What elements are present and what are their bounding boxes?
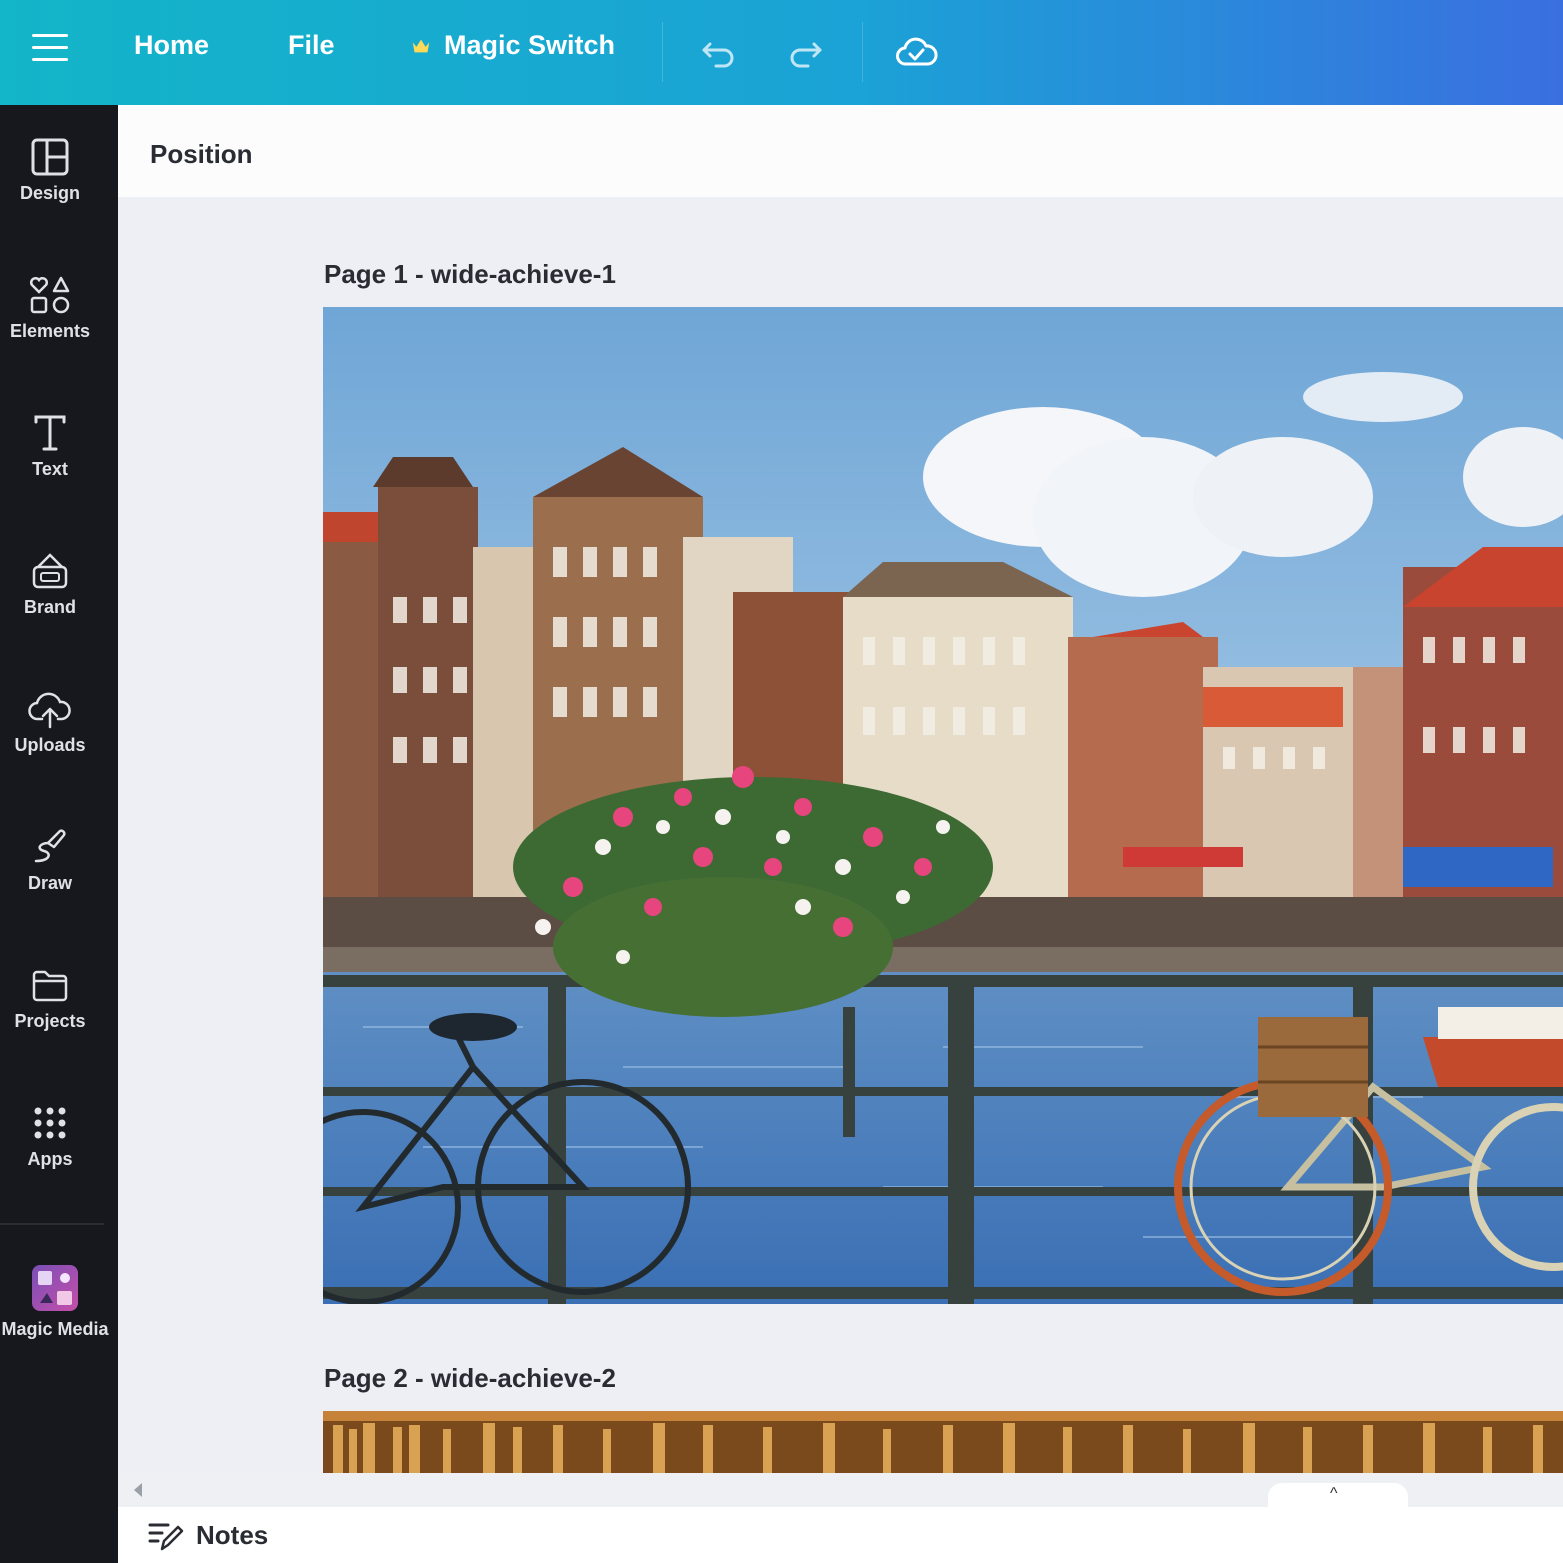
collapse-panel-button[interactable]: ^ [1268,1483,1408,1507]
scroll-left-arrow-icon[interactable] [134,1483,142,1497]
menu-icon[interactable] [32,34,68,68]
horizontal-scroll-strip: ^ [118,1473,1563,1507]
page-canvas[interactable] [323,307,1563,1304]
page-title: Page 2 - wide-achieve-2 [324,1363,616,1393]
elements-icon [30,276,70,314]
sidebar-item-design[interactable]: Design [0,137,100,247]
sidebar-item-apps[interactable]: Apps [0,1103,100,1213]
sidebar-item-label: Uploads [14,735,86,755]
sidebar-item-brand[interactable]: Brand [0,551,100,661]
notes-label: Notes [196,1519,269,1550]
brand-icon [32,553,68,589]
draw-icon [34,829,66,863]
sidebar-item-uploads[interactable]: Uploads [0,689,100,799]
toolbar-divider [662,22,663,82]
chevron-up-icon: ^ [1330,1485,1338,1502]
context-toolbar: Position [118,105,1563,197]
sidebar-item-label: Magic Media [1,1319,109,1339]
sidebar-item-label: Apps [27,1149,73,1169]
undo-icon[interactable] [696,30,740,74]
sidebar-item-magic-media[interactable]: Magic Media [0,1263,110,1373]
page-canvas[interactable] [323,1411,1563,1473]
top-bar: Home File Magic Switch [0,0,1563,105]
sidebar-item-label: Projects [14,1011,86,1031]
file-menu-button[interactable]: File [288,30,335,61]
left-sidebar: Design Elements Text Brand Uploads Draw … [0,105,118,1563]
toolbar-divider [862,22,863,82]
design-icon [31,138,69,176]
sidebar-item-label: Draw [27,873,72,893]
crown-icon [412,39,430,52]
text-icon [34,415,66,451]
library-books-photo [323,1411,1563,1473]
sidebar-divider [0,1223,104,1225]
sidebar-item-draw[interactable]: Draw [0,827,100,937]
sidebar-item-label: Elements [9,321,91,341]
notes-icon [148,1523,184,1551]
magic-switch-button[interactable]: Magic Switch [410,30,615,61]
home-button[interactable]: Home [134,30,209,61]
sidebar-item-label: Design [19,183,80,203]
canvas-area: Page 1 - wide-achieve-1 Page 2 - wide-ac… [118,197,1563,1473]
cloud-saved-icon[interactable] [894,30,938,74]
sidebar-item-label: Brand [23,597,76,617]
sidebar-item-label: Text [32,459,68,479]
page-title: Page 1 - wide-achieve-1 [324,259,616,289]
notes-button[interactable]: Notes [148,1519,268,1551]
sidebar-item-text[interactable]: Text [0,413,100,523]
sidebar-item-elements[interactable]: Elements [0,275,100,385]
amsterdam-canal-photo [323,307,1563,1304]
position-button[interactable]: Position [150,139,253,170]
magic-media-icon [32,1265,78,1311]
magic-switch-label: Magic Switch [444,30,616,60]
uploads-icon [28,692,71,729]
redo-icon[interactable] [784,30,828,74]
apps-icon [34,1107,66,1139]
footer-bar: Notes [118,1507,1563,1563]
folder-icon [32,970,68,1002]
sidebar-item-projects[interactable]: Projects [0,965,100,1075]
